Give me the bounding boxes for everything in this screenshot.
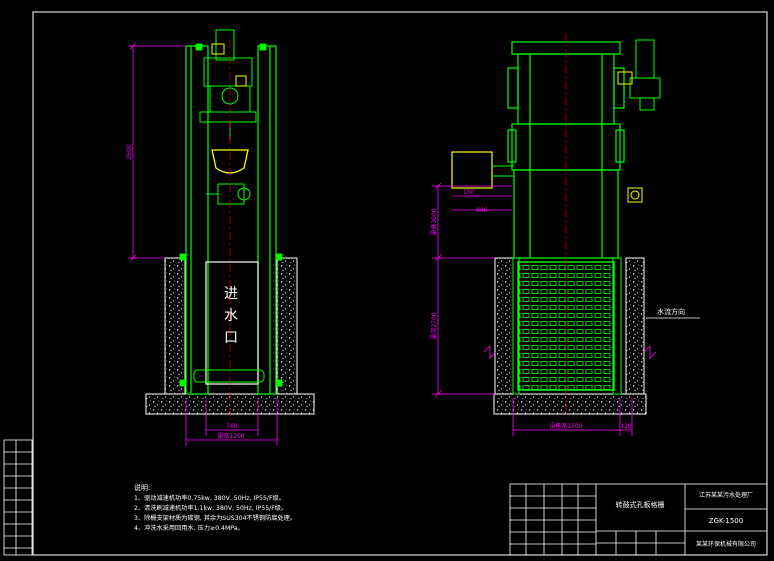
notes-line-4: 4、冲洗水采用回用水, 压力≥0.4MPa。 (134, 524, 244, 532)
flow-direction-label: 水流方向 (657, 307, 685, 316)
right-dim-150: 150 (463, 189, 475, 196)
side-discharge-box (451, 151, 493, 189)
right-depth-dim: 渠深2700 (430, 312, 438, 339)
notes-line-1: 1、驱动减速机功率0.75kw, 380V, 50Hz, IP55/F级。 (134, 494, 285, 502)
cad-drawing-canvas: 进 水 口 2600 760 渠宽1200 渠高3000 渠深2700 150 … (0, 0, 774, 561)
right-drive-motor (629, 39, 661, 111)
right-view: 渠高3000 渠深2700 150 800 水流方向 设备宽1500 120 (430, 34, 700, 436)
notes-line-2: 2、清洗刷减速机功率1.1kw, 380V, 50Hz, IP55/F级。 (134, 504, 287, 512)
notes-block: 说明: 1、驱动减速机功率0.75kw, 380V, 50Hz, IP55/F级… (134, 483, 296, 532)
equipment-width-dim: 设备宽1500 (549, 422, 582, 430)
left-height-dim: 2600 (126, 144, 133, 159)
right-dim-120: 120 (620, 423, 632, 430)
inlet-label-char-3: 口 (224, 330, 238, 346)
title-maker: 某某环保机械有限公司 (696, 540, 756, 548)
revision-boxes (3, 439, 33, 556)
brush-motor (206, 183, 251, 205)
drawing-border (32, 11, 768, 556)
right-height-top-dim: 渠高3000 (430, 208, 438, 235)
notes-line-3: 3、除栅支架材质为碳钢, 其余为SUS304不锈钢防腐处理。 (134, 514, 296, 522)
title-project: 江苏某某污水处理厂 (699, 491, 753, 499)
left-outer-width-dim: 渠宽1200 (217, 432, 244, 440)
inlet-label-char-2: 水 (224, 308, 238, 324)
title-drawing-name: 转鼓式孔板格栅 (616, 500, 665, 509)
left-wall-left (164, 257, 186, 395)
drawing-svg: 进 水 口 2600 760 渠宽1200 渠高3000 渠深2700 150 … (3, 11, 768, 556)
right-wall-left (494, 257, 514, 395)
left-wall-right (276, 257, 298, 395)
left-view: 进 水 口 2600 760 渠宽1200 (126, 29, 315, 446)
left-inner-width-dim: 760 (226, 423, 238, 430)
title-model: ZGK-1500 (709, 517, 743, 525)
right-base-slab (493, 393, 647, 415)
right-wall-right (625, 257, 645, 395)
inlet-label-char-1: 进 (224, 286, 238, 302)
notes-title: 说明: (134, 483, 150, 492)
right-dim-800: 800 (476, 207, 488, 214)
